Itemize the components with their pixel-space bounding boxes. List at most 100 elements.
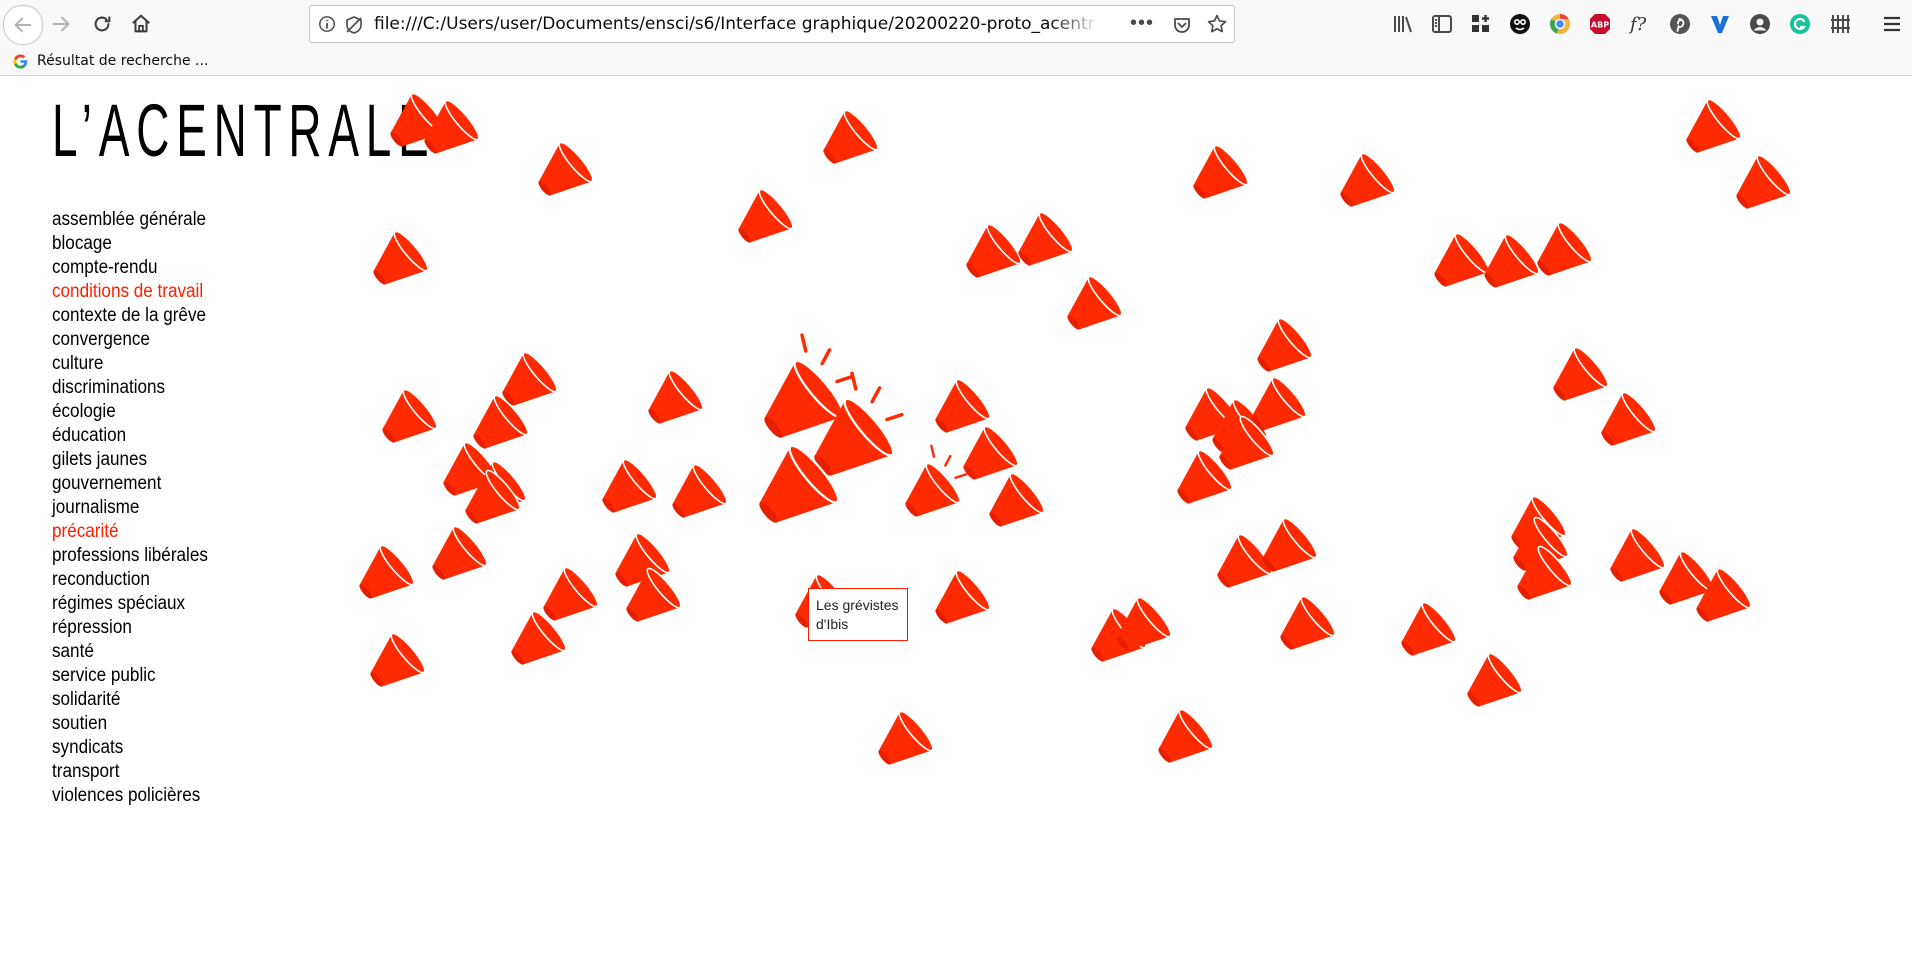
grammarly-icon[interactable] — [1788, 12, 1812, 36]
account-icon[interactable] — [1748, 12, 1772, 36]
sidebar-icon[interactable] — [1430, 12, 1454, 36]
url-bar[interactable]: file:///C:/Users/user/Documents/ensci/s6… — [309, 5, 1235, 43]
tag-item[interactable]: écologie — [52, 400, 208, 424]
megaphone-icon[interactable] — [1055, 273, 1125, 343]
megaphone-field — [347, 92, 1794, 778]
tag-item[interactable]: gilets jaunes — [52, 448, 208, 472]
info-icon[interactable] — [318, 15, 336, 33]
megaphone-icon[interactable] — [923, 567, 993, 637]
sound-wave-icon — [885, 412, 904, 422]
ext-chrome-icon[interactable] — [1548, 12, 1572, 36]
arrow-right-icon — [52, 16, 70, 32]
sound-wave-icon — [930, 444, 936, 458]
megaphone-icon[interactable] — [1006, 209, 1076, 279]
megaphone-icon[interactable] — [1674, 96, 1744, 166]
megaphone-icon[interactable] — [726, 186, 796, 256]
ext-fence-icon[interactable] — [1828, 12, 1852, 36]
tag-item[interactable]: convergence — [52, 328, 208, 352]
megaphone-icon[interactable] — [1328, 150, 1398, 220]
site-logo[interactable]: L’ACENTRALE — [52, 91, 436, 171]
tag-item[interactable]: reconduction — [52, 568, 208, 592]
megaphone-icon[interactable] — [954, 221, 1024, 291]
page-actions-icon[interactable]: ••• — [1130, 12, 1154, 35]
megaphone-icon[interactable] — [977, 470, 1047, 540]
tag-item[interactable]: blocage — [52, 232, 208, 256]
megaphone-icon[interactable] — [1525, 219, 1595, 289]
tag-item[interactable]: violences policières — [52, 784, 208, 808]
megaphone-icon[interactable] — [526, 139, 596, 209]
tag-item[interactable]: syndicats — [52, 736, 208, 760]
sound-wave-icon — [870, 386, 882, 404]
megaphone-icon[interactable] — [660, 461, 730, 531]
megaphone-icon[interactable] — [811, 107, 881, 177]
tag-item[interactable]: santé — [52, 640, 208, 664]
tag-item[interactable]: journalisme — [52, 496, 208, 520]
megaphone-icon[interactable] — [590, 456, 660, 526]
back-button[interactable] — [3, 5, 43, 45]
megaphone-icon[interactable] — [420, 523, 490, 593]
star-icon[interactable] — [1206, 13, 1228, 35]
megaphone-icon[interactable] — [1268, 593, 1338, 663]
adblock-plus-icon[interactable]: ABP — [1588, 12, 1612, 36]
menu-icon[interactable] — [1880, 12, 1904, 36]
font-finder-icon[interactable]: f? — [1627, 12, 1651, 36]
arrow-left-icon — [14, 17, 32, 33]
home-icon — [132, 14, 150, 33]
tag-item[interactable]: régimes spéciaux — [52, 592, 208, 616]
browser-toolbar: file:///C:/Users/user/Documents/ensci/s6… — [0, 0, 1912, 48]
tag-item[interactable]: gouvernement — [52, 472, 208, 496]
tag-item[interactable]: répression — [52, 616, 208, 640]
megaphone-icon[interactable] — [1598, 525, 1668, 595]
tag-item[interactable]: solidarité — [52, 688, 208, 712]
megaphone-icon[interactable] — [866, 708, 936, 778]
tag-item[interactable]: soutien — [52, 712, 208, 736]
sound-wave-icon — [820, 348, 832, 366]
article-tooltip: Les grévistes d'Ibis — [808, 588, 908, 641]
megaphone-icon[interactable] — [1181, 142, 1251, 212]
ext-face-icon[interactable] — [1508, 12, 1532, 36]
url-text[interactable]: file:///C:/Users/user/Documents/ensci/s6… — [374, 14, 1094, 34]
ext-v-icon[interactable] — [1708, 12, 1732, 36]
tag-item[interactable]: culture — [52, 352, 208, 376]
library-icon[interactable] — [1391, 12, 1415, 36]
megaphone-icon[interactable] — [1422, 230, 1492, 300]
tag-item[interactable]: compte-rendu — [52, 256, 208, 280]
tag-item[interactable]: service public — [52, 664, 208, 688]
tag-list: assemblée générale blocage compte-rendu … — [52, 208, 225, 808]
sound-wave-icon — [835, 374, 854, 384]
megaphone-icon[interactable] — [1455, 650, 1525, 720]
megaphone-icon[interactable] — [347, 542, 417, 612]
megaphone-icon[interactable] — [358, 630, 428, 700]
megaphone-icon[interactable] — [1146, 706, 1216, 776]
megaphone-icon[interactable] — [1389, 599, 1459, 669]
megaphone-icon[interactable] — [370, 386, 440, 456]
tag-item[interactable]: assemblée générale — [52, 208, 208, 232]
megaphone-icon[interactable] — [1589, 389, 1659, 459]
megaphone-icon[interactable] — [361, 228, 431, 298]
tag-item[interactable]: conditions de travail — [52, 280, 208, 304]
google-icon[interactable] — [12, 53, 29, 70]
megaphone-icon[interactable] — [1245, 315, 1315, 385]
bookmarks-bar: Résultat de recherche ... — [0, 48, 1912, 76]
pinterest-icon[interactable] — [1668, 12, 1692, 36]
page-content: L’ACENTRALE assemblée générale blocage c… — [0, 77, 1912, 965]
reload-button[interactable] — [85, 7, 119, 41]
megaphone-icon[interactable] — [886, 441, 977, 531]
megaphone-icon[interactable] — [1541, 344, 1611, 414]
megaphone-icon[interactable] — [1205, 531, 1275, 601]
megaphone-icon[interactable] — [636, 367, 706, 437]
tag-item[interactable]: transport — [52, 760, 208, 784]
megaphone-icon[interactable] — [1724, 152, 1794, 222]
tracking-protection-icon[interactable] — [344, 15, 364, 35]
pocket-icon[interactable] — [1172, 15, 1192, 35]
extensions-grid-icon[interactable] — [1469, 12, 1493, 36]
tag-item[interactable]: précarité — [52, 520, 208, 544]
tag-item[interactable]: contexte de la grêve — [52, 304, 208, 328]
bookmark-item-label[interactable]: Résultat de recherche ... — [37, 53, 208, 69]
forward-button[interactable] — [44, 7, 78, 41]
tag-item[interactable]: discriminations — [52, 376, 208, 400]
tag-item[interactable]: professions libérales — [52, 544, 208, 568]
home-button[interactable] — [124, 7, 158, 41]
tag-item[interactable]: éducation — [52, 424, 208, 448]
sound-wave-icon — [850, 371, 858, 391]
